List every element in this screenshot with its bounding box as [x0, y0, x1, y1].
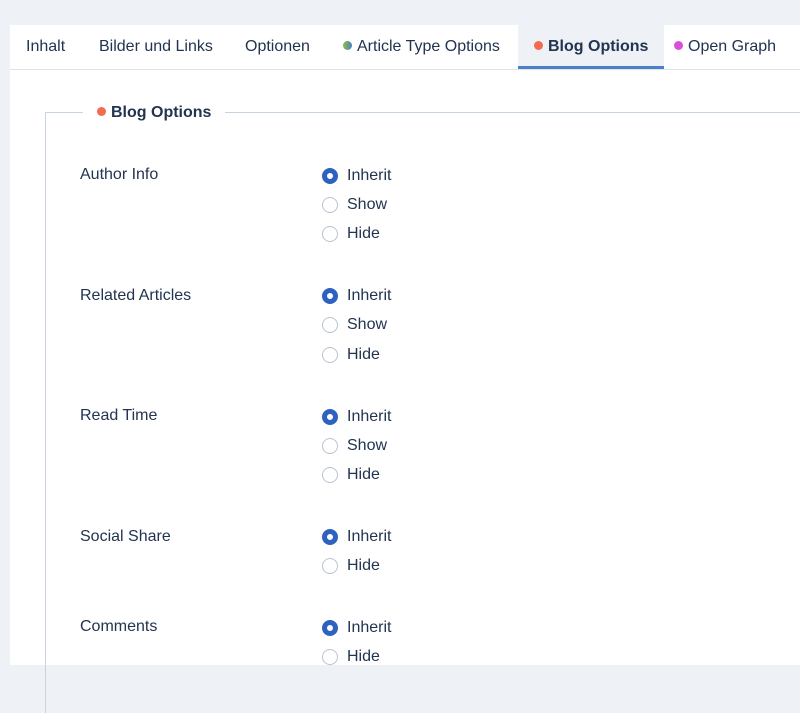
- tab-label: Bilder und Links: [99, 38, 213, 55]
- tab-open-graph[interactable]: Open Graph: [674, 25, 776, 69]
- option-label: Inherit: [347, 528, 392, 545]
- tab-inhalt[interactable]: Inhalt: [26, 25, 65, 69]
- tab-label: Article Type Options: [357, 38, 500, 55]
- option-label: Hide: [347, 557, 380, 574]
- tab-label: Inhalt: [26, 38, 66, 55]
- radio-unchecked-icon: [322, 438, 338, 454]
- radio-unchecked-icon: [322, 347, 338, 363]
- radio-checked-icon: [322, 288, 338, 304]
- option-label: Inherit: [347, 167, 392, 184]
- radio-unchecked-icon: [322, 317, 338, 333]
- blog-options-fieldset: Blog Options: [45, 99, 800, 713]
- field-label-read-time: Read Time: [80, 407, 158, 424]
- option-label: Show: [347, 437, 388, 454]
- radio-unchecked-icon: [322, 467, 338, 483]
- field-label-comments: Comments: [80, 618, 158, 635]
- gradient-dot-icon: [343, 41, 352, 50]
- option-label: Hide: [347, 466, 380, 483]
- tab-optionen[interactable]: Optionen: [245, 25, 310, 69]
- radio-checked-icon: [322, 168, 338, 184]
- radio-unchecked-icon: [322, 226, 338, 242]
- orange-dot-icon: [97, 107, 106, 116]
- fieldset-legend: Blog Options: [83, 99, 226, 127]
- tab-bilder-und-links[interactable]: Bilder und Links: [99, 25, 213, 69]
- orange-dot-icon: [534, 41, 543, 50]
- radio-checked-icon: [322, 529, 338, 545]
- legend-label: Blog Options: [111, 104, 212, 121]
- option-label: Show: [347, 316, 388, 333]
- option-label: Hide: [347, 648, 380, 665]
- pink-dot-icon: [674, 41, 683, 50]
- radio-unchecked-icon: [322, 558, 338, 574]
- tab-article-type-options[interactable]: Article Type Options: [343, 25, 500, 69]
- option-label: Hide: [347, 346, 380, 363]
- radio-unchecked-icon: [322, 197, 338, 213]
- option-label: Show: [347, 196, 388, 213]
- tab-label: Optionen: [245, 38, 310, 55]
- radio-unchecked-icon: [322, 649, 338, 665]
- field-label-related-articles: Related Articles: [80, 287, 192, 304]
- option-label: Inherit: [347, 408, 392, 425]
- field-label-social-share: Social Share: [80, 528, 171, 545]
- tab-label: Open Graph: [688, 38, 777, 55]
- option-label: Inherit: [347, 619, 392, 636]
- article-editor-panel: Inhalt Bilder und Links Optionen Article…: [10, 25, 800, 713]
- option-label: Hide: [347, 225, 380, 242]
- tab-label: Blog Options: [548, 38, 649, 55]
- tab-blog-options[interactable]: Blog Options: [518, 25, 665, 69]
- field-label-author-info: Author Info: [80, 166, 159, 183]
- option-label: Inherit: [347, 287, 392, 304]
- radio-checked-icon: [322, 620, 338, 636]
- radio-checked-icon: [322, 409, 338, 425]
- tab-bar: Inhalt Bilder und Links Optionen Article…: [10, 25, 800, 70]
